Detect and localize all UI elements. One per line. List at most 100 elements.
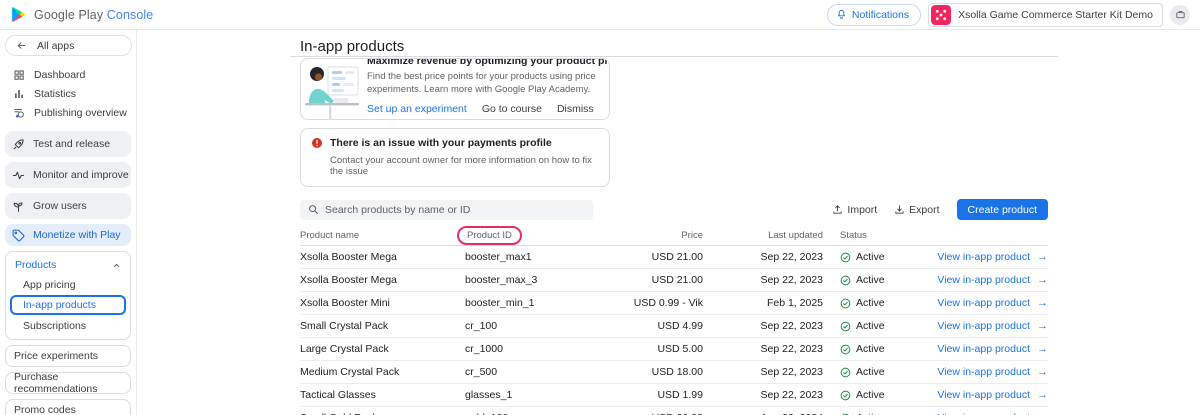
- sidebar-item-promo-codes[interactable]: Promo codes: [5, 399, 131, 415]
- google-play-console-logo[interactable]: Google Play Console: [10, 6, 153, 23]
- error-icon: [311, 137, 323, 149]
- all-apps-button[interactable]: All apps: [5, 35, 132, 56]
- view-product-link[interactable]: View in-app product →: [923, 366, 1048, 378]
- table-row: Medium Crystal Pack cr_500 USD 18.00 Sep…: [300, 361, 1048, 384]
- warning-title: There is an issue with your payments pro…: [330, 137, 552, 149]
- search-icon: [308, 204, 319, 215]
- notifications-label: Notifications: [852, 9, 909, 21]
- bell-icon: [836, 9, 847, 20]
- notifications-button[interactable]: Notifications: [827, 4, 921, 26]
- view-product-link[interactable]: View in-app product →: [923, 389, 1048, 401]
- sidebar-item-label: Price experiments: [14, 350, 98, 362]
- app-selector[interactable]: Xsolla Game Commerce Starter Kit Demo: [928, 3, 1163, 27]
- set-up-experiment-link[interactable]: Set up an experiment: [367, 103, 467, 115]
- cell-product-id: cr_1000: [465, 343, 603, 355]
- account-avatar[interactable]: [1170, 5, 1190, 25]
- app-name: Xsolla Game Commerce Starter Kit Demo: [958, 9, 1153, 21]
- products-table: Product name Product ID Price Last updat…: [300, 225, 1048, 415]
- cell-last-updated: Sep 22, 2023: [703, 343, 823, 355]
- active-check-icon: [840, 321, 851, 332]
- sidebar-item-test-and-release[interactable]: Test and release: [5, 131, 131, 157]
- cell-product-id: cr_100: [465, 320, 603, 332]
- download-icon: [894, 204, 905, 215]
- import-label: Import: [847, 204, 877, 216]
- table-row: Large Crystal Pack cr_1000 USD 5.00 Sep …: [300, 338, 1048, 361]
- sidebar-item-products[interactable]: Products: [10, 255, 126, 275]
- main-content: In-app products: [137, 30, 1200, 415]
- dismiss-link[interactable]: Dismiss: [557, 103, 594, 115]
- publishing-overview-icon: [13, 107, 25, 119]
- table-row: Xsolla Booster Mega booster_max1 USD 21.…: [300, 246, 1048, 269]
- sidebar-item-app-pricing[interactable]: App pricing: [10, 275, 126, 294]
- view-product-link[interactable]: View in-app product →: [923, 320, 1048, 332]
- sidebar-item-grow-users[interactable]: Grow users: [5, 193, 131, 219]
- sidebar-item-label: Monetize with Play: [33, 229, 121, 241]
- cell-status: Active: [823, 320, 923, 332]
- create-product-button[interactable]: Create product: [957, 199, 1048, 220]
- cell-product-id: glasses_1: [465, 389, 603, 401]
- view-product-link-label: View in-app product: [937, 343, 1030, 355]
- cell-price: USD 4.99: [603, 320, 703, 332]
- pulse-icon: [12, 169, 25, 182]
- view-product-link-label: View in-app product: [937, 251, 1030, 263]
- arrow-right-icon: →: [1037, 389, 1048, 401]
- view-product-link-label: View in-app product: [937, 366, 1030, 378]
- cell-price: USD 1.99: [603, 389, 703, 401]
- cell-last-updated: Sep 22, 2023: [703, 320, 823, 332]
- active-check-icon: [840, 298, 851, 309]
- active-check-icon: [840, 275, 851, 286]
- arrow-right-icon: →: [1037, 343, 1048, 355]
- view-product-link[interactable]: View in-app product →: [923, 251, 1048, 263]
- cell-status-label: Active: [856, 343, 885, 355]
- sidebar-item-monetize-with-play[interactable]: Monetize with Play: [5, 224, 131, 246]
- header-status: Status: [823, 230, 923, 241]
- sidebar-item-price-experiments[interactable]: Price experiments: [5, 345, 131, 367]
- sidebar-item-publishing-overview[interactable]: Publishing overview: [0, 103, 136, 122]
- cell-status: Active: [823, 297, 923, 309]
- page-title: In-app products: [300, 38, 1048, 55]
- promo-card: Maximize revenue by optimizing your prod…: [300, 58, 610, 120]
- sidebar-item-purchase-recommendations[interactable]: Purchase recommendations: [5, 372, 131, 394]
- table-row: Small Gold Pack gold_100 USD 99.99 Aug 2…: [300, 407, 1048, 415]
- view-product-link[interactable]: View in-app product →: [923, 274, 1048, 286]
- view-product-link[interactable]: View in-app product →: [923, 297, 1048, 309]
- search-box[interactable]: [300, 200, 593, 220]
- sidebar-item-monitor-and-improve[interactable]: Monitor and improve: [5, 162, 131, 188]
- play-triangle-icon: [10, 6, 27, 23]
- sidebar-item-in-app-products[interactable]: In-app products: [10, 295, 126, 315]
- warning-body: Contact your account owner for more info…: [330, 155, 599, 177]
- table-row: Xsolla Booster Mega booster_max_3 USD 21…: [300, 269, 1048, 292]
- sidebar-item-subscriptions[interactable]: Subscriptions: [10, 316, 126, 335]
- cell-status-label: Active: [856, 251, 885, 263]
- cell-status: Active: [823, 366, 923, 378]
- promo-body: Find the best price points for your prod…: [367, 70, 599, 97]
- active-check-icon: [840, 252, 851, 263]
- arrow-right-icon: →: [1037, 366, 1048, 378]
- cell-status-label: Active: [856, 366, 885, 378]
- arrow-right-icon: →: [1037, 320, 1048, 332]
- sidebar-item-label: Promo codes: [14, 404, 76, 415]
- view-product-link-label: View in-app product: [937, 389, 1030, 401]
- cell-product-name: Xsolla Booster Mega: [300, 274, 465, 286]
- sidebar-item-dashboard[interactable]: Dashboard: [0, 65, 136, 84]
- sidebar-item-label: Dashboard: [34, 69, 85, 81]
- export-button[interactable]: Export: [894, 204, 939, 216]
- page-header: In-app products: [290, 30, 1058, 57]
- cell-product-name: Small Crystal Pack: [300, 320, 465, 332]
- cell-status: Active: [823, 251, 923, 263]
- sidebar-item-statistics[interactable]: Statistics: [0, 84, 136, 103]
- cell-price: USD 21.00: [603, 251, 703, 263]
- go-to-course-link[interactable]: Go to course: [482, 103, 542, 115]
- cell-product-id: booster_max1: [465, 251, 603, 263]
- import-button[interactable]: Import: [832, 204, 877, 216]
- top-bar: Google Play Console Notifications: [0, 0, 1200, 30]
- search-input[interactable]: [325, 204, 585, 216]
- cell-product-id: booster_min_1: [465, 297, 603, 309]
- cell-price: USD 21.00: [603, 274, 703, 286]
- sidebar-item-label: Monitor and improve: [33, 169, 129, 181]
- view-product-link[interactable]: View in-app product →: [923, 343, 1048, 355]
- sidebar-item-label: In-app products: [23, 299, 96, 311]
- table-row: Xsolla Booster Mini booster_min_1 USD 0.…: [300, 292, 1048, 315]
- arrow-right-icon: →: [1037, 274, 1048, 286]
- product-id-annotation-circle: Product ID: [457, 226, 522, 245]
